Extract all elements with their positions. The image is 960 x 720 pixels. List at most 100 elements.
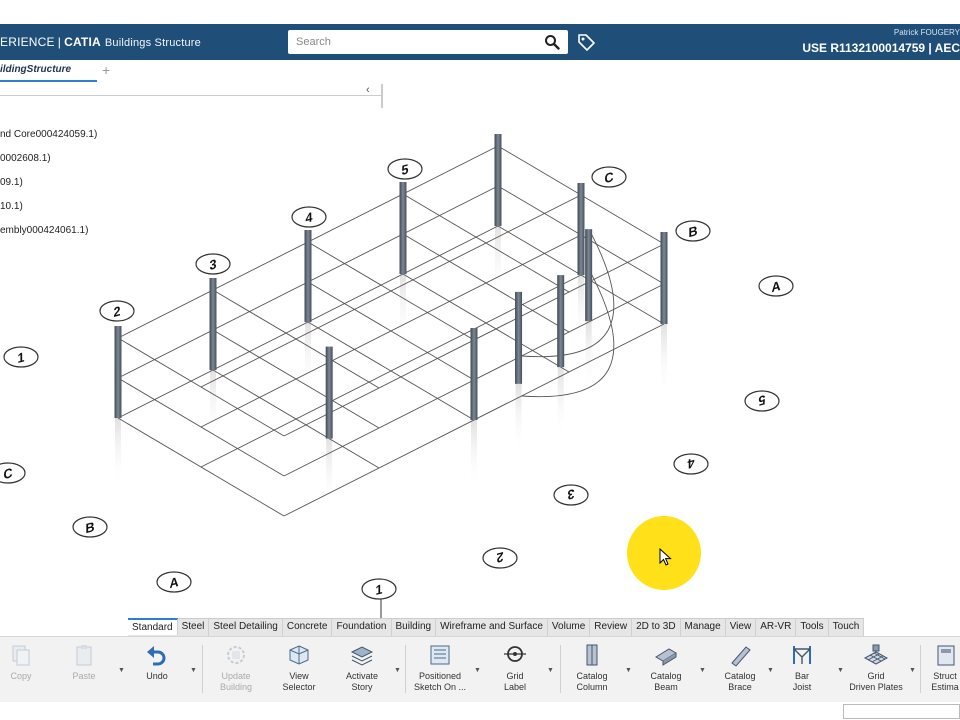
tree-item[interactable]: 10.1)	[0, 201, 23, 212]
grid-bubble: 4	[673, 453, 709, 475]
grid-bubble: B	[72, 516, 108, 538]
positioned-sketch-dropdown-chevron-icon[interactable]: ▼	[474, 667, 481, 674]
tree-item[interactable]: 09.1)	[0, 177, 23, 188]
status-bar	[0, 702, 960, 720]
user-name: Patrick FOUGERY	[893, 28, 960, 37]
grid-bubble: B	[675, 220, 711, 242]
positioned-sketch-button[interactable]: Positioned Sketch On ...	[412, 643, 468, 693]
grid-bubble: 1	[361, 578, 397, 600]
view-selector-label: View	[289, 671, 309, 681]
grid-bubble-label: 5	[759, 392, 766, 409]
activate-story-icon	[350, 646, 374, 666]
app-brand: ERIENCE | CATIA Buildings Structure	[0, 35, 201, 49]
catalog-brace-label: Catalog	[724, 671, 756, 681]
grid-bubble-label: 5	[402, 161, 409, 178]
catalog-beam-dropdown-chevron-icon[interactable]: ▼	[699, 667, 706, 674]
tree-item[interactable]: embly000424061.1)	[0, 225, 88, 236]
structure-estimate-icon	[937, 645, 955, 666]
grid-bubble: 1	[3, 346, 39, 368]
steel-column	[494, 134, 502, 226]
grid-line	[200, 194, 582, 388]
tab-building[interactable]: Building	[392, 619, 437, 636]
tab-wireframe-and-surface[interactable]: Wireframe and Surface	[436, 619, 548, 636]
grid-bubble: 3	[195, 253, 231, 275]
activate-story-label: Activate	[345, 671, 378, 681]
tab-view[interactable]: View	[726, 619, 757, 636]
add-tab-button[interactable]: +	[102, 62, 110, 78]
grid-bubble-label: 4	[306, 209, 314, 226]
tab-volume[interactable]: Volume	[548, 619, 591, 636]
grid-bubble-label: A	[169, 574, 178, 592]
grid-driven-plates-dropdown-chevron-icon[interactable]: ▼	[909, 667, 916, 674]
grid-driven-plates-button[interactable]: Grid Driven Plates	[846, 643, 906, 693]
positioned-sketch-label-line2: Sketch On ...	[413, 682, 467, 692]
undo-icon	[147, 646, 166, 666]
structure-estimate-button[interactable]: Struct Estima	[930, 643, 960, 693]
steel-column	[304, 230, 312, 322]
catalog-brace-button[interactable]: Catalog Brace	[720, 643, 760, 693]
undo-button[interactable]: Undo	[142, 643, 172, 682]
paste-dropdown-chevron-icon[interactable]: ▼	[118, 667, 125, 674]
user-license[interactable]: USE R1132100014759 | AEC	[802, 41, 960, 55]
grid-bubble-label: 2	[497, 549, 504, 566]
activate-story-dropdown-chevron-icon[interactable]: ▼	[394, 667, 401, 674]
tree-item[interactable]: nd Core000424059.1)	[0, 129, 97, 140]
steel-column	[660, 232, 668, 324]
curved-beam	[521, 229, 615, 358]
search-input[interactable]	[288, 30, 568, 54]
document-tabs: ildingStructure +	[0, 60, 960, 84]
grid-bubble: C	[591, 166, 627, 188]
tab-foundation[interactable]: Foundation	[332, 619, 392, 636]
tab-tools[interactable]: Tools	[796, 619, 829, 636]
search-icon[interactable]	[544, 34, 560, 50]
copy-button[interactable]: Copy	[6, 643, 36, 682]
catalog-beam-button[interactable]: Catalog Beam	[644, 643, 688, 693]
mouse-pointer-icon	[659, 548, 672, 566]
tab-standard[interactable]: Standard	[128, 618, 178, 635]
tree-item[interactable]: 0002608.1)	[0, 153, 51, 164]
bar-joist-dropdown-chevron-icon[interactable]: ▼	[837, 667, 844, 674]
tab-ar-vr[interactable]: AR-VR	[756, 619, 797, 636]
undo-dropdown-chevron-icon[interactable]: ▼	[190, 667, 197, 674]
grid-bubble-label: 3	[210, 256, 217, 273]
grid-bubble: 5	[744, 390, 780, 412]
view-selector-label-line2: Selector	[282, 682, 316, 692]
tab-2d-to-3d[interactable]: 2D to 3D	[632, 619, 681, 636]
grid-label-button[interactable]: Grid Label	[499, 643, 531, 693]
grid-label-dropdown-chevron-icon[interactable]: ▼	[547, 667, 554, 674]
view-selector-button[interactable]: View Selector	[279, 643, 319, 693]
tab-steel-detailing[interactable]: Steel Detailing	[209, 619, 283, 636]
bar-joist-label: Bar	[794, 671, 809, 681]
grid-bubble-label: C	[3, 465, 12, 483]
steel-column	[585, 229, 593, 322]
update-building-icon	[227, 646, 245, 664]
status-input-box[interactable]	[843, 704, 960, 719]
tab-review[interactable]: Review	[590, 619, 633, 636]
tab-manage[interactable]: Manage	[681, 619, 726, 636]
grid-bubble-label: C	[604, 169, 613, 187]
steel-column	[515, 291, 523, 384]
catalog-column-button[interactable]: Catalog Column	[570, 643, 614, 693]
toolbar-separator	[405, 645, 406, 693]
catalog-column-dropdown-chevron-icon[interactable]: ▼	[625, 667, 632, 674]
tab-touch[interactable]: Touch	[829, 619, 865, 636]
tab-concrete[interactable]: Concrete	[283, 619, 333, 636]
tab-steel[interactable]: Steel	[178, 619, 210, 636]
grid-label-icon	[504, 646, 526, 662]
tab-building-structure[interactable]: ildingStructure	[0, 64, 71, 75]
tag-icon[interactable]	[576, 32, 596, 52]
activate-story-button[interactable]: Activate Story	[341, 643, 383, 693]
catalog-column-icon	[586, 644, 598, 666]
steel-column	[114, 326, 122, 418]
catalog-column-label: Catalog	[576, 671, 608, 681]
update-building-button[interactable]: Update Building	[216, 643, 256, 693]
grid-bubble: 3	[553, 484, 589, 506]
grid-bubble-label: A	[771, 278, 780, 296]
3d-viewport[interactable]: 2 3 4 5 1 C B A C B A 1 2 3 4 5	[0, 96, 960, 620]
collapse-panel-icon[interactable]: ‹	[366, 84, 370, 96]
catalog-beam-icon	[655, 648, 677, 666]
grid-bubble: 2	[99, 300, 135, 322]
bar-joist-button[interactable]: Bar Joist	[786, 643, 818, 693]
catalog-brace-dropdown-chevron-icon[interactable]: ▼	[767, 667, 774, 674]
paste-button[interactable]: Paste	[68, 643, 100, 682]
